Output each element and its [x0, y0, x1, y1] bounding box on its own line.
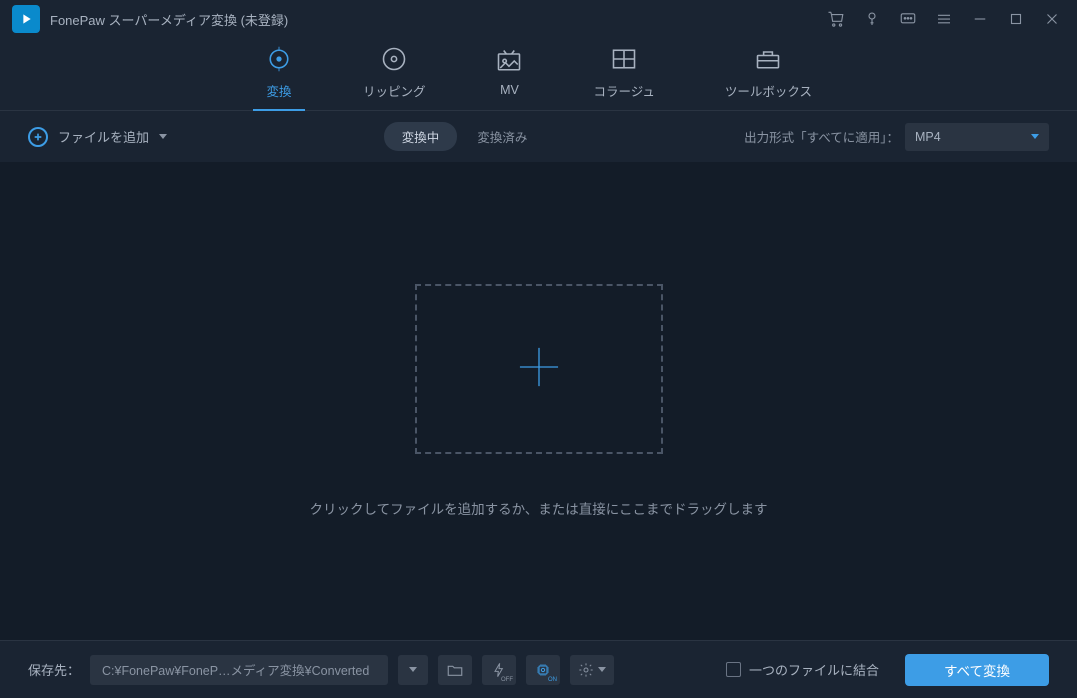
chevron-down-icon	[159, 134, 167, 139]
hardware-accel-off-button[interactable]: OFF	[482, 655, 516, 685]
on-badge: ON	[548, 677, 557, 683]
tab-ripping[interactable]: リッピング	[363, 45, 426, 110]
main-area: クリックしてファイルを追加するか、または直接にここまでドラッグします	[0, 162, 1077, 640]
settings-button[interactable]	[570, 655, 614, 685]
tab-collage[interactable]: コラージュ	[593, 45, 654, 110]
tab-convert[interactable]: 変換	[265, 45, 293, 110]
cart-icon[interactable]	[827, 10, 845, 28]
chevron-down-icon	[598, 667, 606, 672]
tab-mv[interactable]: MV	[495, 47, 523, 107]
app-title: FonePaw スーパーメディア変換 (未登録)	[50, 10, 827, 29]
convert-all-button[interactable]: すべて変換	[905, 654, 1049, 686]
feedback-icon[interactable]	[899, 10, 917, 28]
tab-label: 変換	[266, 81, 291, 100]
chevron-down-icon	[1031, 134, 1039, 139]
merge-checkbox[interactable]: 一つのファイルに結合	[726, 660, 879, 679]
off-badge: OFF	[501, 677, 513, 683]
app-logo	[12, 5, 40, 33]
status-tab-converted[interactable]: 変換済み	[477, 127, 527, 146]
menu-icon[interactable]	[935, 10, 953, 28]
collage-icon	[610, 45, 638, 73]
tab-toolbox[interactable]: ツールボックス	[725, 45, 812, 110]
save-to-label: 保存先：	[28, 660, 80, 679]
format-value: MP4	[915, 130, 941, 144]
maximize-icon[interactable]	[1007, 10, 1025, 28]
add-file-button[interactable]: ファイルを追加	[28, 127, 167, 147]
toolbar: ファイルを追加 変換中 変換済み 出力形式「すべてに適用」： MP4	[0, 110, 1077, 162]
titlebar: FonePaw スーパーメディア変換 (未登録)	[0, 0, 1077, 38]
nav-tabs: 変換 リッピング MV コラージュ ツールボックス	[0, 38, 1077, 110]
footer: 保存先： C:¥FonePaw¥FoneP…メディア変換¥Converted O…	[0, 640, 1077, 698]
plus-icon	[513, 341, 565, 398]
close-icon[interactable]	[1043, 10, 1061, 28]
checkbox-icon	[726, 662, 741, 677]
save-path-dropdown[interactable]	[398, 655, 428, 685]
status-tab-converting[interactable]: 変換中	[384, 122, 458, 151]
mv-icon	[495, 47, 523, 75]
status-tabs: 変換中 変換済み	[384, 122, 528, 151]
browse-folder-button[interactable]	[438, 655, 472, 685]
merge-label: 一つのファイルに結合	[749, 660, 879, 679]
minimize-icon[interactable]	[971, 10, 989, 28]
save-path-input[interactable]: C:¥FonePaw¥FoneP…メディア変換¥Converted	[90, 655, 388, 685]
output-format-label: 出力形式「すべてに適用」：	[744, 127, 899, 146]
save-path-text: C:¥FonePaw¥FoneP…メディア変換¥Converted	[102, 660, 369, 679]
toolbox-icon	[754, 45, 782, 73]
gpu-accel-on-button[interactable]: ON	[526, 655, 560, 685]
convert-icon	[265, 45, 293, 73]
ripping-icon	[380, 45, 408, 73]
dropzone[interactable]	[415, 284, 663, 454]
tab-label: コラージュ	[593, 81, 654, 100]
add-file-label: ファイルを追加	[58, 127, 149, 146]
tab-label: ツールボックス	[725, 81, 812, 100]
tab-label: MV	[500, 83, 519, 97]
plus-circle-icon	[28, 127, 48, 147]
output-format-select[interactable]: MP4	[905, 123, 1049, 151]
key-icon[interactable]	[863, 10, 881, 28]
dropzone-hint: クリックしてファイルを追加するか、または直接にここまでドラッグします	[309, 498, 767, 518]
chevron-down-icon	[409, 667, 417, 672]
tab-label: リッピング	[363, 81, 426, 100]
